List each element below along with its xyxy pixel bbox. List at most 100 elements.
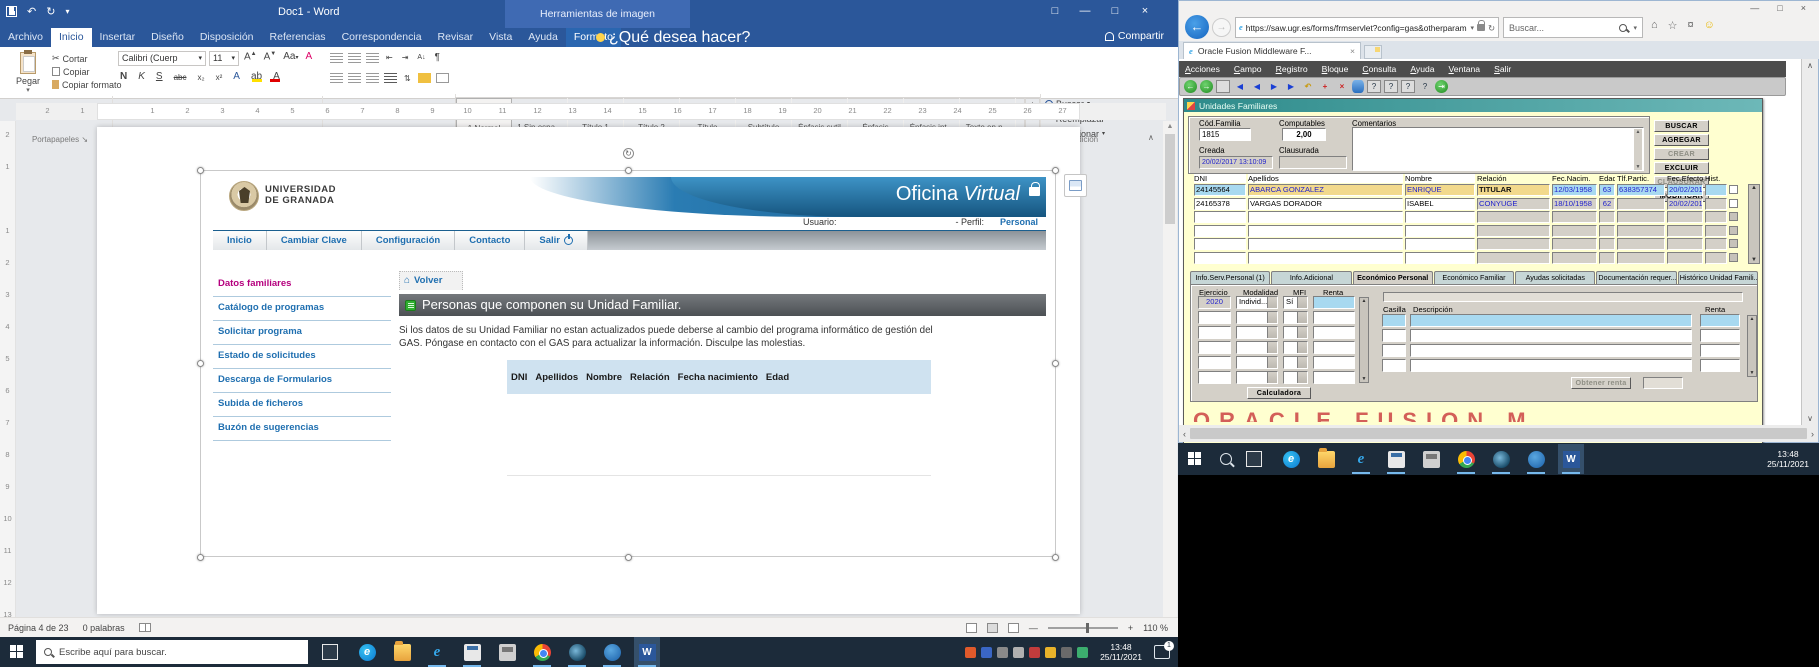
detail-tab[interactable]: Documentación requer... [1596, 271, 1676, 284]
ov-nav-item[interactable]: Cambiar Clave [267, 231, 362, 250]
next-record-icon[interactable]: ▶ [1267, 80, 1281, 93]
edit-form-icon[interactable] [1216, 80, 1230, 93]
ribbon-tab[interactable]: Revisar [430, 28, 482, 47]
obtener-renta-button[interactable]: Obtener renta [1571, 377, 1631, 389]
forms-menu-item[interactable]: Consulta [1362, 64, 1396, 74]
selection-handle[interactable] [197, 554, 204, 561]
close-icon[interactable]: × [1130, 0, 1160, 24]
chrome-icon[interactable] [1453, 444, 1479, 474]
detail-tab[interactable]: Histórico Unidad Famili... [1678, 271, 1758, 284]
italic-button[interactable]: K [138, 71, 145, 82]
detail-tab[interactable]: Info.Serv.Personal (1) [1190, 271, 1270, 284]
forms-action-button[interactable]: EXCLUIR [1654, 162, 1709, 174]
align-center-icon[interactable] [348, 73, 361, 83]
selection-handle[interactable] [1052, 554, 1059, 561]
selection-handle[interactable] [625, 554, 632, 561]
word-icon[interactable]: W [1558, 444, 1584, 474]
mail-app-icon[interactable] [599, 637, 625, 667]
commit-icon[interactable] [1352, 80, 1364, 93]
cut-button[interactable]: ✂Cortar [52, 52, 122, 65]
close-icon[interactable]: × [1801, 3, 1806, 13]
eco-row[interactable] [1198, 371, 1355, 384]
task-view-icon[interactable] [1246, 451, 1262, 467]
cancel-query-icon[interactable]: ? [1401, 80, 1415, 93]
start-button[interactable] [6, 641, 28, 663]
bold-button[interactable]: N [120, 71, 127, 82]
tray-icon-7[interactable] [1061, 647, 1072, 658]
member-row[interactable]: 24165378 VARGAS DORADOR ISABEL CONYUGE 1… [1194, 198, 1738, 210]
browser-tab[interactable]: e Oracle Fusion Middleware F... × [1183, 42, 1361, 59]
home-icon[interactable]: ⌂ [1651, 19, 1658, 32]
font-name-select[interactable]: Calibri (Cuerp▾ [118, 51, 206, 66]
undo-icon[interactable]: ↶ [27, 5, 36, 18]
font-size-select[interactable]: 11▾ [209, 51, 239, 66]
comentarios-scrollbar[interactable]: ▲▼ [1634, 129, 1642, 170]
computables-field[interactable]: 2,00 [1282, 128, 1326, 141]
grow-font-button[interactable]: A▲ [244, 51, 257, 66]
zoom-in-button[interactable]: + [1128, 623, 1133, 633]
calculadora-button[interactable]: Calculadora [1247, 387, 1311, 399]
paste-dropdown-icon[interactable]: ▾ [8, 86, 48, 94]
task-view-icon[interactable] [322, 644, 338, 660]
bullets-icon[interactable] [330, 53, 343, 63]
delete-record-icon[interactable]: × [1335, 80, 1349, 93]
tray-icon-2[interactable] [981, 647, 992, 658]
volver-button[interactable]: ⌂Volver [399, 271, 463, 290]
settings-icon[interactable]: ¤ [1688, 19, 1694, 32]
pilcrow-icon[interactable]: ¶ [435, 52, 440, 63]
taskbar-clock[interactable]: 13:48 25/11/2021 [1767, 449, 1809, 469]
share-button[interactable]: Compartir [1105, 30, 1164, 42]
zoom-slider[interactable] [1048, 627, 1118, 629]
casilla-scrollbar[interactable]: ▲▼ [1747, 315, 1757, 377]
casilla-row[interactable] [1382, 329, 1740, 342]
multilevel-list-icon[interactable] [366, 53, 379, 63]
ov-sidebar-item[interactable]: Buzón de sugerencias [213, 417, 391, 441]
ov-sidebar-item[interactable]: Solicitar programa [213, 321, 391, 345]
explorer-icon[interactable] [389, 637, 415, 667]
eco-row[interactable] [1198, 356, 1355, 369]
help-icon[interactable]: ? [1418, 80, 1432, 93]
font-color-button[interactable]: A [273, 71, 280, 82]
forms-action-button[interactable]: BUSCAR [1654, 120, 1709, 132]
comentarios-field[interactable]: ▲▼ [1352, 127, 1644, 171]
selection-handle[interactable] [1052, 360, 1059, 367]
ov-nav-item[interactable]: Contacto [455, 231, 525, 250]
selection-handle[interactable] [197, 360, 204, 367]
calculator-icon[interactable] [1383, 444, 1409, 474]
format-painter-button[interactable]: Copiar formato [52, 78, 122, 91]
paste-button[interactable]: Pegar ▾ [8, 50, 48, 94]
edge-icon[interactable]: e [354, 637, 380, 667]
search-dropdown-icon[interactable]: ▾ [1633, 24, 1637, 32]
superscript-button[interactable]: x² [216, 73, 223, 82]
ov-sidebar-item[interactable]: Descarga de Formularios [213, 369, 391, 393]
hist-checkbox[interactable] [1729, 199, 1738, 208]
detail-tab[interactable]: Económico Familiar [1434, 271, 1514, 284]
detail-tab[interactable]: Ayudas solicitadas [1515, 271, 1595, 284]
qat-customize-icon[interactable]: ▾ [65, 7, 69, 16]
undo-icon[interactable]: ↶ [1301, 80, 1315, 93]
numbering-icon[interactable] [348, 53, 361, 63]
shrink-font-button[interactable]: A▼ [264, 51, 277, 66]
search-icon[interactable] [1220, 453, 1232, 465]
embedded-screenshot-image[interactable]: UNIVERSIDAD DE GRANADA Oficina Virtual U… [200, 170, 1056, 557]
ribbon-display-options-icon[interactable]: □ [1040, 0, 1070, 24]
hist-checkbox[interactable] [1729, 253, 1738, 262]
hist-checkbox[interactable] [1729, 212, 1738, 221]
chrome-icon[interactable] [529, 637, 555, 667]
new-tab-button[interactable] [1364, 45, 1382, 59]
back-button[interactable]: ← [1185, 15, 1209, 39]
url-dropdown-icon[interactable]: ▾ [1470, 24, 1474, 32]
action-center-icon[interactable]: 1 [1154, 645, 1170, 659]
print-layout-icon[interactable] [987, 623, 998, 633]
first-record-icon[interactable]: ◀ [1233, 80, 1247, 93]
save-icon[interactable] [6, 6, 17, 17]
word-count[interactable]: 0 palabras [83, 623, 125, 633]
clipboard-expander-icon[interactable]: ↘ [81, 135, 88, 144]
ribbon-tab[interactable]: Ayuda [520, 28, 566, 47]
ie-icon[interactable]: e [424, 637, 450, 667]
restore-icon[interactable]: □ [1100, 0, 1130, 24]
subscript-button[interactable]: x₂ [197, 73, 204, 82]
enter-query-icon[interactable]: ? [1367, 80, 1381, 93]
address-bar[interactable]: e https://saw.ugr.es/forms/frmservlet?co… [1235, 17, 1499, 38]
web-layout-icon[interactable] [1008, 623, 1019, 633]
